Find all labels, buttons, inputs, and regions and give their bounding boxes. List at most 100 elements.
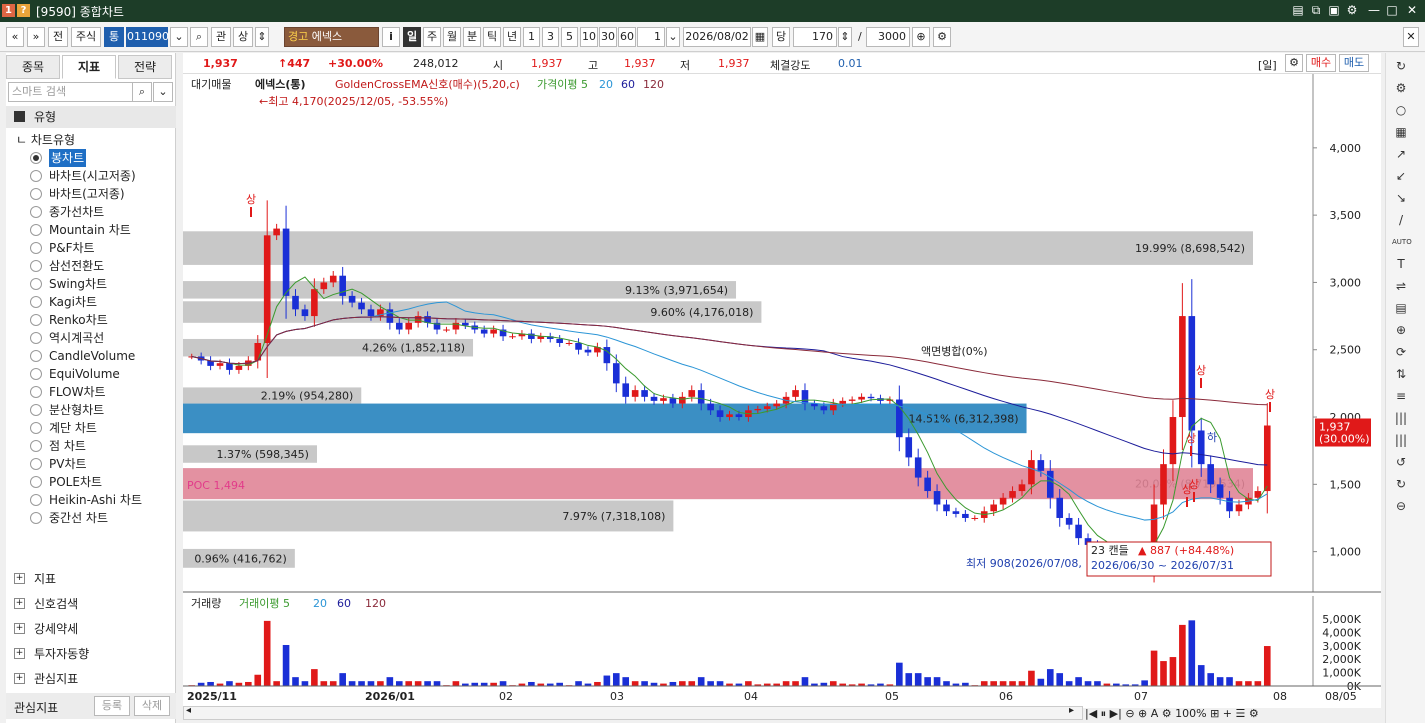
toolbar-settings-icon[interactable]: ⚙ xyxy=(933,27,951,47)
buy-button[interactable]: 매수 xyxy=(1306,54,1336,72)
minute-3-button[interactable]: 3 xyxy=(542,27,559,47)
sidebar-section[interactable]: + 신호검색 xyxy=(6,593,176,615)
copy-icon[interactable]: ⧉ xyxy=(1308,2,1324,19)
drawing-tool-icon[interactable]: ↘ xyxy=(1392,189,1410,207)
drawing-tool-icon[interactable]: ⇌ xyxy=(1392,277,1410,295)
unit-input[interactable]: 1 xyxy=(637,27,665,47)
maximize-icon[interactable]: □ xyxy=(1384,2,1400,19)
layout-icon[interactable]: ▤ xyxy=(1290,2,1306,19)
minute-60-button[interactable]: 60 xyxy=(618,27,636,47)
stock-type-button[interactable]: 주식 xyxy=(71,27,101,47)
price-chart[interactable]: 19.99% (8,698,542) 9.13% (3,971,654) 9.60%… xyxy=(183,74,1381,708)
sang-button[interactable]: 상 xyxy=(233,27,253,47)
count-stepper-icon[interactable]: ⇕ xyxy=(838,27,852,47)
drawing-tool-icon[interactable]: ⟳ xyxy=(1392,343,1410,361)
gwan-button[interactable]: 관 xyxy=(211,27,231,47)
minute-30-button[interactable]: 30 xyxy=(599,27,617,47)
scroll-right-icon[interactable]: ▸ xyxy=(1069,705,1074,716)
sidebar-section[interactable]: + 강세약세 xyxy=(6,618,176,640)
nav-prev-button[interactable]: « xyxy=(6,27,24,47)
tab-strategy[interactable]: 전략 xyxy=(118,55,172,79)
period-day-button[interactable]: 일 xyxy=(403,27,421,47)
delete-button[interactable]: 삭제 xyxy=(134,696,170,716)
drawing-tool-icon[interactable]: T xyxy=(1392,255,1410,273)
radio-icon[interactable] xyxy=(30,242,42,254)
radio-icon[interactable] xyxy=(30,152,42,164)
radio-icon[interactable] xyxy=(30,332,42,344)
radio-icon[interactable] xyxy=(30,170,42,182)
expand-icon[interactable]: + xyxy=(14,573,25,584)
chart-area[interactable]: 19.99% (8,698,542) 9.13% (3,971,654) 9.60%… xyxy=(183,74,1381,708)
tab-indicator[interactable]: 지표 xyxy=(62,55,116,79)
period-minute-button[interactable]: 분 xyxy=(463,27,481,47)
zoom-icon[interactable]: ⊕ xyxy=(912,27,930,47)
drawing-tool-icon[interactable]: ≡ xyxy=(1392,387,1410,405)
radio-icon[interactable] xyxy=(30,278,42,290)
drawing-tool-icon[interactable]: ⊕ xyxy=(1392,321,1410,339)
sidebar-expand-icon[interactable]: ⌄ xyxy=(153,82,173,102)
drawing-tool-icon[interactable]: ↺ xyxy=(1392,453,1410,471)
radio-icon[interactable] xyxy=(30,296,42,308)
sidebar-section[interactable]: + 지표 xyxy=(6,568,176,590)
period-tick-button[interactable]: 틱 xyxy=(483,27,501,47)
expand-icon[interactable]: + xyxy=(14,673,25,684)
minute-5-button[interactable]: 5 xyxy=(561,27,578,47)
count-input[interactable]: 170 xyxy=(793,27,837,47)
drawing-tool-icon[interactable]: ⚙ xyxy=(1392,79,1410,97)
info-button[interactable]: i xyxy=(382,27,400,47)
calendar-icon[interactable]: ▦ xyxy=(752,27,768,47)
help-icon[interactable]: ? xyxy=(17,4,30,17)
radio-icon[interactable] xyxy=(30,188,42,200)
drawing-tool-icon[interactable]: ⇅ xyxy=(1392,365,1410,383)
minute-1-button[interactable]: 1 xyxy=(523,27,540,47)
tong-button[interactable]: 통 xyxy=(104,27,124,47)
period-month-button[interactable]: 월 xyxy=(443,27,461,47)
dang-button[interactable]: 당 xyxy=(772,27,790,47)
screenshot-icon[interactable]: ▣ xyxy=(1326,2,1342,19)
expand-icon[interactable]: + xyxy=(14,623,25,634)
drawing-tool-icon[interactable]: ||| xyxy=(1392,431,1410,449)
sidebar-search-icon[interactable]: ⌕ xyxy=(132,82,152,102)
drawing-tool-icon[interactable]: ↻ xyxy=(1392,57,1410,75)
minimize-icon[interactable]: — xyxy=(1366,2,1382,19)
tab-stock[interactable]: 종목 xyxy=(6,55,60,79)
radio-icon[interactable] xyxy=(30,386,42,398)
updown-icon[interactable]: ⇕ xyxy=(255,27,269,47)
sidebar-section[interactable]: + 투자자동향 xyxy=(6,643,176,665)
radio-icon[interactable] xyxy=(30,350,42,362)
radio-icon[interactable] xyxy=(30,458,42,470)
date-input[interactable]: 2026/08/02 xyxy=(683,27,751,47)
minute-10-button[interactable]: 10 xyxy=(580,27,598,47)
drawing-tool-icon[interactable]: ↗ xyxy=(1392,145,1410,163)
settings-icon[interactable]: ⚙ xyxy=(1344,2,1360,19)
radio-icon[interactable] xyxy=(30,368,42,380)
expand-icon[interactable]: + xyxy=(14,648,25,659)
register-button[interactable]: 등록 xyxy=(94,696,130,716)
section-type[interactable]: 유형 xyxy=(6,106,176,128)
period-week-button[interactable]: 주 xyxy=(423,27,441,47)
sell-button[interactable]: 매도 xyxy=(1339,54,1369,72)
radio-icon[interactable] xyxy=(30,206,42,218)
toolbar-close-icon[interactable]: ✕ xyxy=(1403,27,1419,47)
horizontal-scrollbar[interactable]: ◂ ▸ xyxy=(183,705,1083,720)
stock-code-input[interactable]: 011090 xyxy=(126,27,169,47)
radio-icon[interactable] xyxy=(30,440,42,452)
unit-dropdown-icon[interactable]: ⌄ xyxy=(666,27,680,47)
smart-search-input[interactable]: 스마트 검색 xyxy=(8,82,134,102)
radio-icon[interactable] xyxy=(30,422,42,434)
drawing-tool-icon[interactable]: ↙ xyxy=(1392,167,1410,185)
scroll-left-icon[interactable]: ◂ xyxy=(186,705,191,716)
expand-icon[interactable]: + xyxy=(14,598,25,609)
total-input[interactable]: 3000 xyxy=(866,27,910,47)
chevron-down-icon[interactable]: ⌄ xyxy=(170,27,188,47)
drawing-tool-icon[interactable]: / xyxy=(1392,211,1410,229)
period-year-button[interactable]: 년 xyxy=(503,27,521,47)
radio-icon[interactable] xyxy=(30,404,42,416)
radio-icon[interactable] xyxy=(30,314,42,326)
search-icon[interactable]: ⌕ xyxy=(190,27,208,47)
close-icon[interactable]: ✕ xyxy=(1404,2,1420,19)
drawing-tool-icon[interactable]: AUTO xyxy=(1392,233,1412,251)
nav-next-button[interactable]: » xyxy=(27,27,45,47)
sidebar-section[interactable]: + 관심지표 xyxy=(6,668,176,690)
drawing-tool-icon[interactable]: ▤ xyxy=(1392,299,1410,317)
